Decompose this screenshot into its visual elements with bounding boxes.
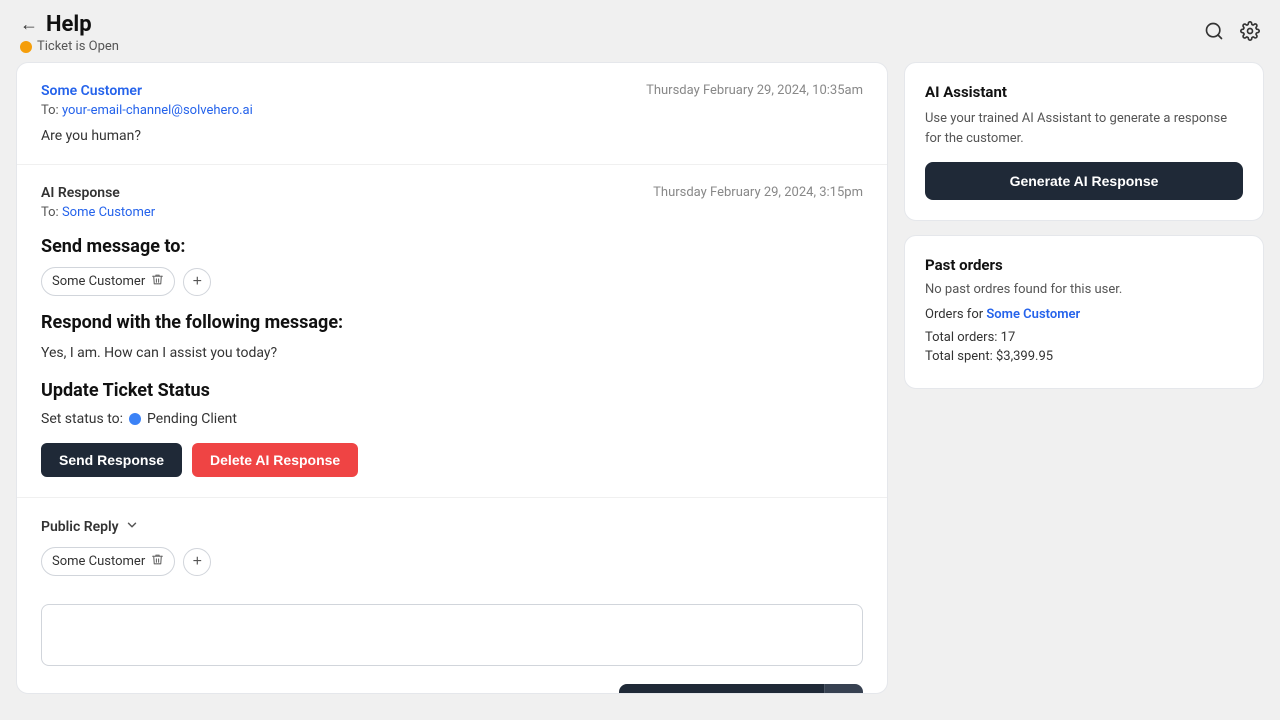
ai-response-header: AI Response Thursday February 29, 2024, … bbox=[41, 185, 863, 201]
ai-to: To: Some Customer bbox=[41, 205, 863, 220]
orders-for-label: Orders for bbox=[925, 307, 983, 322]
reply-recipient-delete-icon[interactable] bbox=[151, 553, 164, 570]
send-message-heading: Send message to: bbox=[41, 236, 863, 257]
submit-pending-client-button[interactable]: Submit as Pending Client bbox=[619, 684, 824, 694]
ai-actions-row: Send Response Delete AI Response bbox=[41, 443, 863, 477]
ai-to-name[interactable]: Some Customer bbox=[62, 205, 155, 220]
total-spent: Total spent: $3,399.95 bbox=[925, 349, 1243, 364]
orders-for: Orders for Some Customer bbox=[925, 307, 1243, 322]
ticket-status-dot bbox=[20, 41, 32, 53]
header-icons bbox=[1204, 21, 1260, 46]
public-reply-header[interactable]: Public Reply bbox=[41, 518, 863, 535]
update-status-heading: Update Ticket Status bbox=[41, 380, 863, 401]
ai-recipient-delete-icon[interactable] bbox=[151, 273, 164, 290]
settings-button[interactable] bbox=[1240, 21, 1260, 46]
ticket-status: Ticket is Open bbox=[20, 39, 119, 54]
generate-ai-response-button[interactable]: Generate AI Response bbox=[925, 162, 1243, 200]
status-dot-blue bbox=[129, 413, 141, 425]
message-timestamp: Thursday February 29, 2024, 10:35am bbox=[646, 83, 863, 98]
customer-name[interactable]: Some Customer bbox=[41, 83, 142, 99]
status-label: Set status to: bbox=[41, 411, 123, 427]
to-email[interactable]: your-email-channel@solvehero.ai bbox=[62, 103, 253, 118]
respond-heading: Respond with the following message: bbox=[41, 312, 863, 333]
ai-response-section: AI Response Thursday February 29, 2024, … bbox=[17, 165, 887, 498]
header-left: ← Help Ticket is Open bbox=[20, 12, 119, 54]
past-orders-title: Past orders bbox=[925, 256, 1243, 274]
ai-assistant-title: AI Assistant bbox=[925, 83, 1243, 101]
orders-customer-name[interactable]: Some Customer bbox=[986, 307, 1080, 322]
respond-message: Yes, I am. How can I assist you today? bbox=[41, 343, 863, 364]
status-line: Set status to: Pending Client bbox=[41, 411, 863, 427]
message-to: To: your-email-channel@solvehero.ai bbox=[41, 103, 863, 118]
ai-assistant-card: AI Assistant Use your trained AI Assista… bbox=[904, 62, 1264, 221]
total-orders: Total orders: 17 bbox=[925, 330, 1243, 345]
header: ← Help Ticket is Open bbox=[0, 0, 1280, 62]
no-orders-text: No past ordres found for this user. bbox=[925, 282, 1243, 297]
public-reply-section: Public Reply Some Customer + bbox=[17, 498, 887, 694]
ai-response-timestamp: Thursday February 29, 2024, 3:15pm bbox=[653, 185, 863, 200]
reply-recipients-row: Some Customer + bbox=[41, 547, 863, 576]
submit-dropdown-button[interactable] bbox=[824, 684, 863, 694]
search-button[interactable] bbox=[1204, 21, 1224, 46]
send-response-button[interactable]: Send Response bbox=[41, 443, 182, 477]
ai-response-title: AI Response bbox=[41, 185, 120, 201]
ai-assistant-description: Use your trained AI Assistant to generat… bbox=[925, 109, 1243, 148]
public-reply-label: Public Reply bbox=[41, 519, 119, 535]
right-panel: AI Assistant Use your trained AI Assista… bbox=[904, 62, 1264, 694]
reply-textarea[interactable] bbox=[41, 604, 863, 666]
reply-recipient-name: Some Customer bbox=[52, 554, 145, 569]
ai-recipient-name: Some Customer bbox=[52, 274, 145, 289]
back-button[interactable]: ← bbox=[20, 14, 38, 35]
reply-recipient-chip: Some Customer bbox=[41, 547, 175, 576]
to-label: To: bbox=[41, 103, 59, 118]
update-status-section: Update Ticket Status Set status to: Pend… bbox=[41, 380, 863, 427]
past-orders-card: Past orders No past ordres found for thi… bbox=[904, 235, 1264, 389]
submit-row: Submit as Pending Client bbox=[41, 684, 863, 694]
message-header: Some Customer Thursday February 29, 2024… bbox=[41, 83, 863, 99]
ticket-status-label: Ticket is Open bbox=[37, 39, 119, 54]
left-panel: Some Customer Thursday February 29, 2024… bbox=[16, 62, 888, 694]
submit-button-group: Submit as Pending Client bbox=[619, 684, 863, 694]
delete-ai-response-button[interactable]: Delete AI Response bbox=[192, 443, 358, 477]
customer-message-section: Some Customer Thursday February 29, 2024… bbox=[17, 63, 887, 165]
header-title: ← Help bbox=[20, 12, 119, 37]
message-body: Are you human? bbox=[41, 128, 863, 144]
ai-to-label: To: bbox=[41, 205, 59, 220]
reply-add-recipient-button[interactable]: + bbox=[183, 548, 211, 576]
status-value: Pending Client bbox=[147, 411, 237, 427]
ai-recipient-chip: Some Customer bbox=[41, 267, 175, 296]
chevron-down-icon bbox=[125, 518, 139, 535]
main-layout: Some Customer Thursday February 29, 2024… bbox=[0, 62, 1280, 710]
ai-add-recipient-button[interactable]: + bbox=[183, 268, 211, 296]
page-title: Help bbox=[46, 12, 92, 37]
ai-recipients-row: Some Customer + bbox=[41, 267, 863, 296]
